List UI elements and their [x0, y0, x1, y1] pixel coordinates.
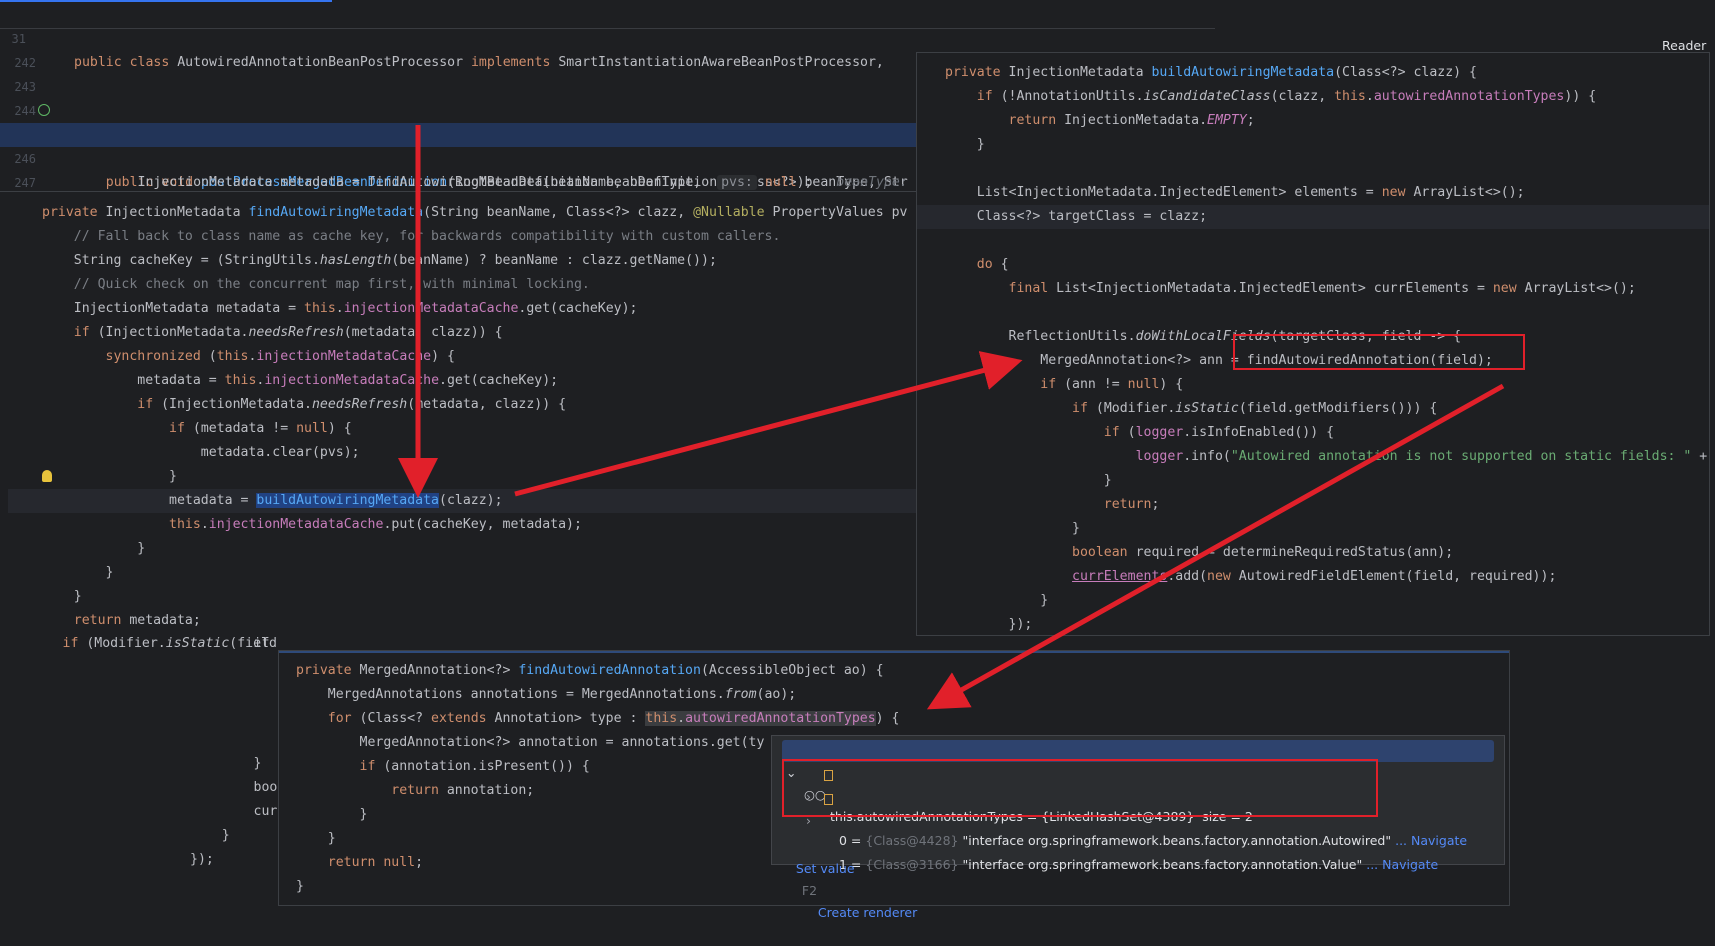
annotation-arrows [398, 125, 1505, 710]
create-renderer-link[interactable]: Create renderer [818, 905, 917, 920]
arrow-to-find-annotation [926, 383, 1505, 710]
arrow-to-build-metadata [514, 351, 1023, 497]
